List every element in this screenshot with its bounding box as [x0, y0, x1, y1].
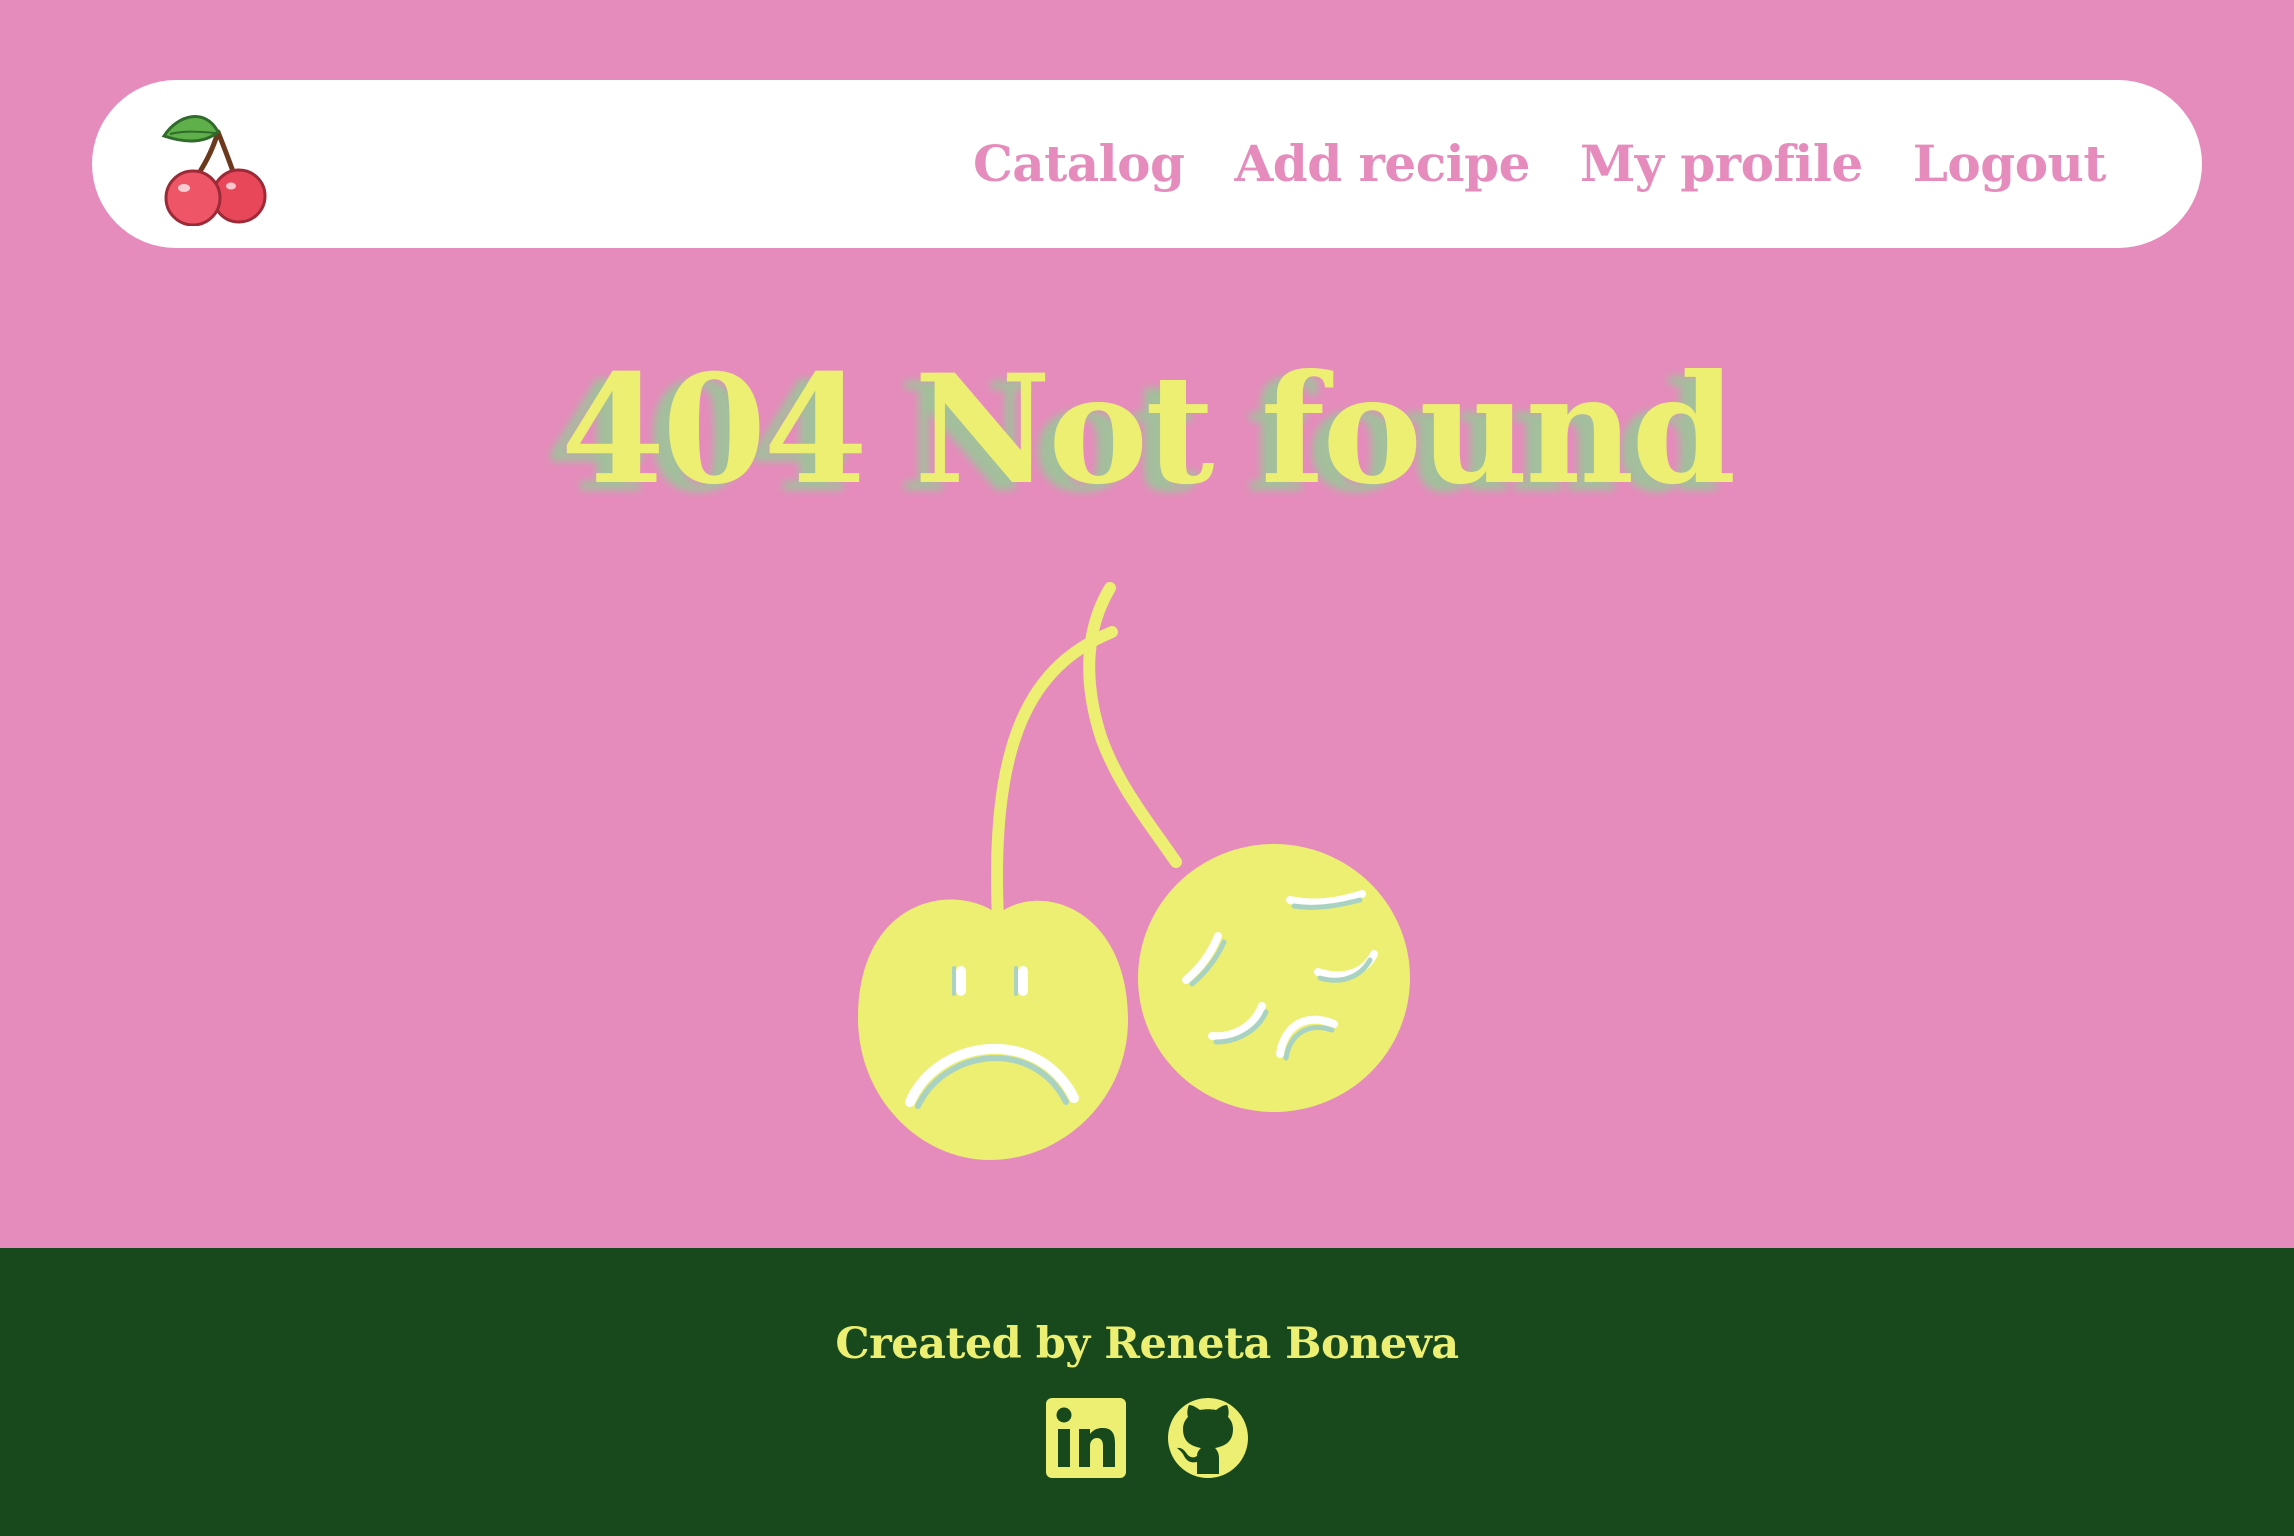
nav-link-my-profile[interactable]: My profile	[1580, 139, 1863, 189]
linkedin-link[interactable]	[1044, 1396, 1128, 1480]
page-title: 404 Not found	[560, 342, 1737, 518]
page: Catalog Add recipe My profile Logout 404…	[0, 0, 2294, 1536]
github-icon	[1168, 1398, 1248, 1478]
social-links	[0, 1396, 2294, 1480]
site-header: Catalog Add recipe My profile Logout	[92, 80, 2202, 248]
site-footer: Created by Reneta Boneva	[0, 1248, 2294, 1536]
linkedin-icon	[1046, 1398, 1126, 1478]
nav-link-catalog[interactable]: Catalog	[973, 139, 1185, 189]
github-link[interactable]	[1166, 1396, 1250, 1480]
nav-link-logout[interactable]: Logout	[1913, 139, 2107, 189]
sad-cherries-icon	[858, 582, 1410, 1160]
cherry-logo-icon[interactable]	[154, 102, 278, 226]
footer-credit: Created by Reneta Boneva	[835, 1319, 1459, 1369]
nav-link-add-recipe[interactable]: Add recipe	[1234, 139, 1530, 189]
main-nav: Catalog Add recipe My profile Logout	[973, 80, 2107, 248]
